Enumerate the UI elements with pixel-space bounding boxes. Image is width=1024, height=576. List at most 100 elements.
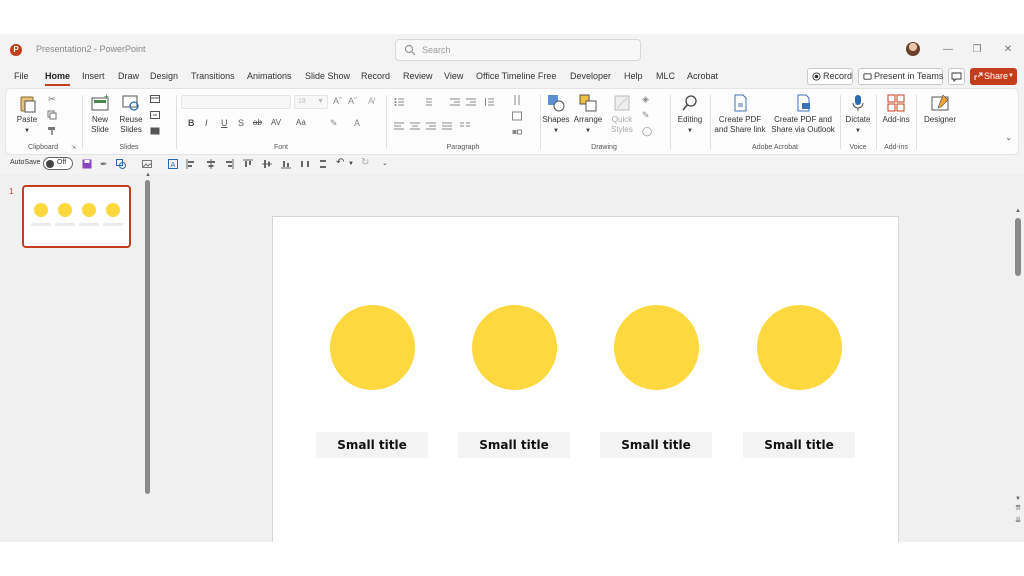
small-title-caption[interactable]: Small title bbox=[316, 432, 428, 458]
distribute-vertical-icon[interactable] bbox=[318, 159, 328, 169]
paste-button[interactable]: Paste ▼ bbox=[14, 93, 40, 136]
text-box-icon[interactable]: A bbox=[168, 159, 178, 169]
record-button[interactable]: Record bbox=[807, 68, 853, 85]
small-title-caption[interactable]: Small title bbox=[458, 432, 570, 458]
tab-design[interactable]: Design bbox=[150, 71, 178, 81]
yellow-circle[interactable] bbox=[757, 305, 842, 390]
tab-animations[interactable]: Animations bbox=[247, 71, 292, 81]
yellow-circle[interactable] bbox=[614, 305, 699, 390]
previous-slide-icon[interactable]: ⇈ bbox=[1013, 504, 1023, 512]
yellow-circle[interactable] bbox=[330, 305, 415, 390]
align-right-icon[interactable] bbox=[426, 121, 436, 131]
tab-draw[interactable]: Draw bbox=[118, 71, 139, 81]
scroll-up-icon[interactable]: ▲ bbox=[145, 172, 151, 178]
brush-icon[interactable]: ✒ bbox=[100, 159, 110, 169]
share-button[interactable]: Share ▼ bbox=[970, 68, 1017, 85]
font-color-icon[interactable]: A bbox=[354, 118, 360, 128]
format-painter-icon[interactable] bbox=[47, 126, 57, 136]
new-slide-button[interactable]: + New Slide bbox=[86, 93, 114, 135]
bold-icon[interactable]: B bbox=[188, 118, 195, 128]
dictate-button[interactable]: Dictate ▼ bbox=[842, 93, 874, 136]
save-icon[interactable] bbox=[82, 159, 92, 169]
align-middle-objects-icon[interactable] bbox=[262, 159, 272, 169]
clear-format-icon[interactable]: A̸ bbox=[368, 96, 374, 106]
shape-fill-icon[interactable]: ◈ bbox=[642, 94, 652, 104]
tab-review[interactable]: Review bbox=[403, 71, 433, 81]
small-title-caption[interactable]: Small title bbox=[600, 432, 712, 458]
shape-effects-icon[interactable]: ◯ bbox=[642, 126, 652, 136]
justify-icon[interactable] bbox=[442, 121, 452, 131]
autosave-toggle[interactable]: Off bbox=[43, 157, 73, 170]
increase-font-icon[interactable]: Aˆ bbox=[333, 96, 342, 106]
italic-icon[interactable]: I bbox=[205, 118, 208, 128]
distribute-horizontal-icon[interactable] bbox=[300, 159, 310, 169]
next-slide-icon[interactable]: ⇊ bbox=[1013, 516, 1023, 524]
align-center-icon[interactable] bbox=[410, 121, 420, 131]
thumbnail-scrollbar[interactable] bbox=[145, 180, 150, 494]
copy-icon[interactable] bbox=[47, 110, 57, 120]
tab-file[interactable]: File bbox=[14, 71, 29, 81]
scroll-up-icon[interactable]: ▲ bbox=[1015, 208, 1021, 214]
tab-help[interactable]: Help bbox=[624, 71, 643, 81]
reset-icon[interactable] bbox=[150, 110, 160, 120]
tab-developer[interactable]: Developer bbox=[570, 71, 611, 81]
shapes-button[interactable]: Shapes ▼ bbox=[542, 93, 570, 136]
create-pdf-outlook-button[interactable]: Create PDF and Share via Outlook bbox=[770, 93, 836, 135]
increase-indent-icon[interactable] bbox=[466, 97, 476, 107]
text-direction-icon[interactable] bbox=[512, 95, 522, 105]
tab-insert[interactable]: Insert bbox=[82, 71, 105, 81]
minimize-icon[interactable]: — bbox=[941, 43, 955, 57]
shape-insert-icon[interactable] bbox=[116, 159, 126, 169]
strikethrough-icon[interactable]: ab bbox=[253, 118, 262, 127]
addins-button[interactable]: Add-ins bbox=[880, 93, 912, 125]
close-icon[interactable]: ✕ bbox=[1001, 43, 1015, 57]
arrange-button[interactable]: Arrange ▼ bbox=[572, 93, 604, 136]
line-spacing-icon[interactable] bbox=[484, 97, 494, 107]
align-right-objects-icon[interactable] bbox=[224, 159, 234, 169]
dialog-launcher-icon[interactable]: ⇲ bbox=[71, 144, 76, 151]
tab-acrobat[interactable]: Acrobat bbox=[687, 71, 718, 81]
slide-thumbnail[interactable] bbox=[22, 185, 131, 248]
numbering-icon[interactable] bbox=[422, 97, 432, 107]
align-text-icon[interactable] bbox=[512, 111, 522, 121]
underline-icon[interactable]: U bbox=[221, 118, 228, 128]
slide-scrollbar[interactable] bbox=[1015, 218, 1021, 276]
collapse-ribbon-icon[interactable]: ⌄ bbox=[1005, 133, 1012, 142]
slide-canvas[interactable]: Small title Small title Small title Smal… bbox=[272, 216, 899, 542]
align-top-objects-icon[interactable] bbox=[243, 159, 253, 169]
small-title-caption[interactable]: Small title bbox=[743, 432, 855, 458]
change-case-icon[interactable]: Aa bbox=[296, 118, 306, 127]
columns-icon[interactable] bbox=[460, 121, 470, 131]
cut-icon[interactable]: ✂ bbox=[48, 94, 58, 104]
align-center-objects-icon[interactable] bbox=[206, 159, 216, 169]
restore-icon[interactable]: ❐ bbox=[970, 43, 984, 57]
font-family-select[interactable] bbox=[181, 95, 291, 109]
tab-record[interactable]: Record bbox=[361, 71, 390, 81]
layout-icon[interactable] bbox=[150, 94, 160, 104]
shadow-icon[interactable]: S bbox=[238, 118, 244, 128]
align-left-icon[interactable] bbox=[394, 121, 404, 131]
search-input[interactable]: Search bbox=[395, 39, 641, 61]
redo-icon[interactable]: ↻ bbox=[361, 157, 371, 168]
highlight-icon[interactable]: ✎ bbox=[330, 118, 338, 129]
font-size-select[interactable]: 18 ▼ bbox=[294, 95, 328, 109]
customize-toolbar-icon[interactable]: ⌄ bbox=[382, 159, 392, 169]
reuse-slides-button[interactable]: Reuse Slides bbox=[116, 93, 146, 135]
undo-icon[interactable]: ↶ bbox=[336, 157, 346, 168]
align-left-objects-icon[interactable] bbox=[186, 159, 196, 169]
bullets-icon[interactable] bbox=[394, 97, 404, 107]
tab-office-timeline[interactable]: Office Timeline Free bbox=[476, 71, 556, 81]
spacing-icon[interactable]: AV bbox=[271, 118, 281, 127]
create-pdf-share-link-button[interactable]: Create PDF and Share link bbox=[712, 93, 768, 135]
comments-button[interactable] bbox=[948, 68, 965, 85]
tab-view[interactable]: View bbox=[444, 71, 463, 81]
section-icon[interactable] bbox=[150, 126, 160, 136]
picture-icon[interactable] bbox=[142, 159, 152, 169]
decrease-indent-icon[interactable] bbox=[450, 97, 460, 107]
scroll-down-icon[interactable]: ▼ bbox=[1015, 496, 1021, 502]
smartart-icon[interactable] bbox=[512, 127, 522, 137]
yellow-circle[interactable] bbox=[472, 305, 557, 390]
tab-slide-show[interactable]: Slide Show bbox=[305, 71, 350, 81]
tab-mlc[interactable]: MLC bbox=[656, 71, 675, 81]
editing-button[interactable]: Editing ▼ bbox=[674, 93, 706, 136]
